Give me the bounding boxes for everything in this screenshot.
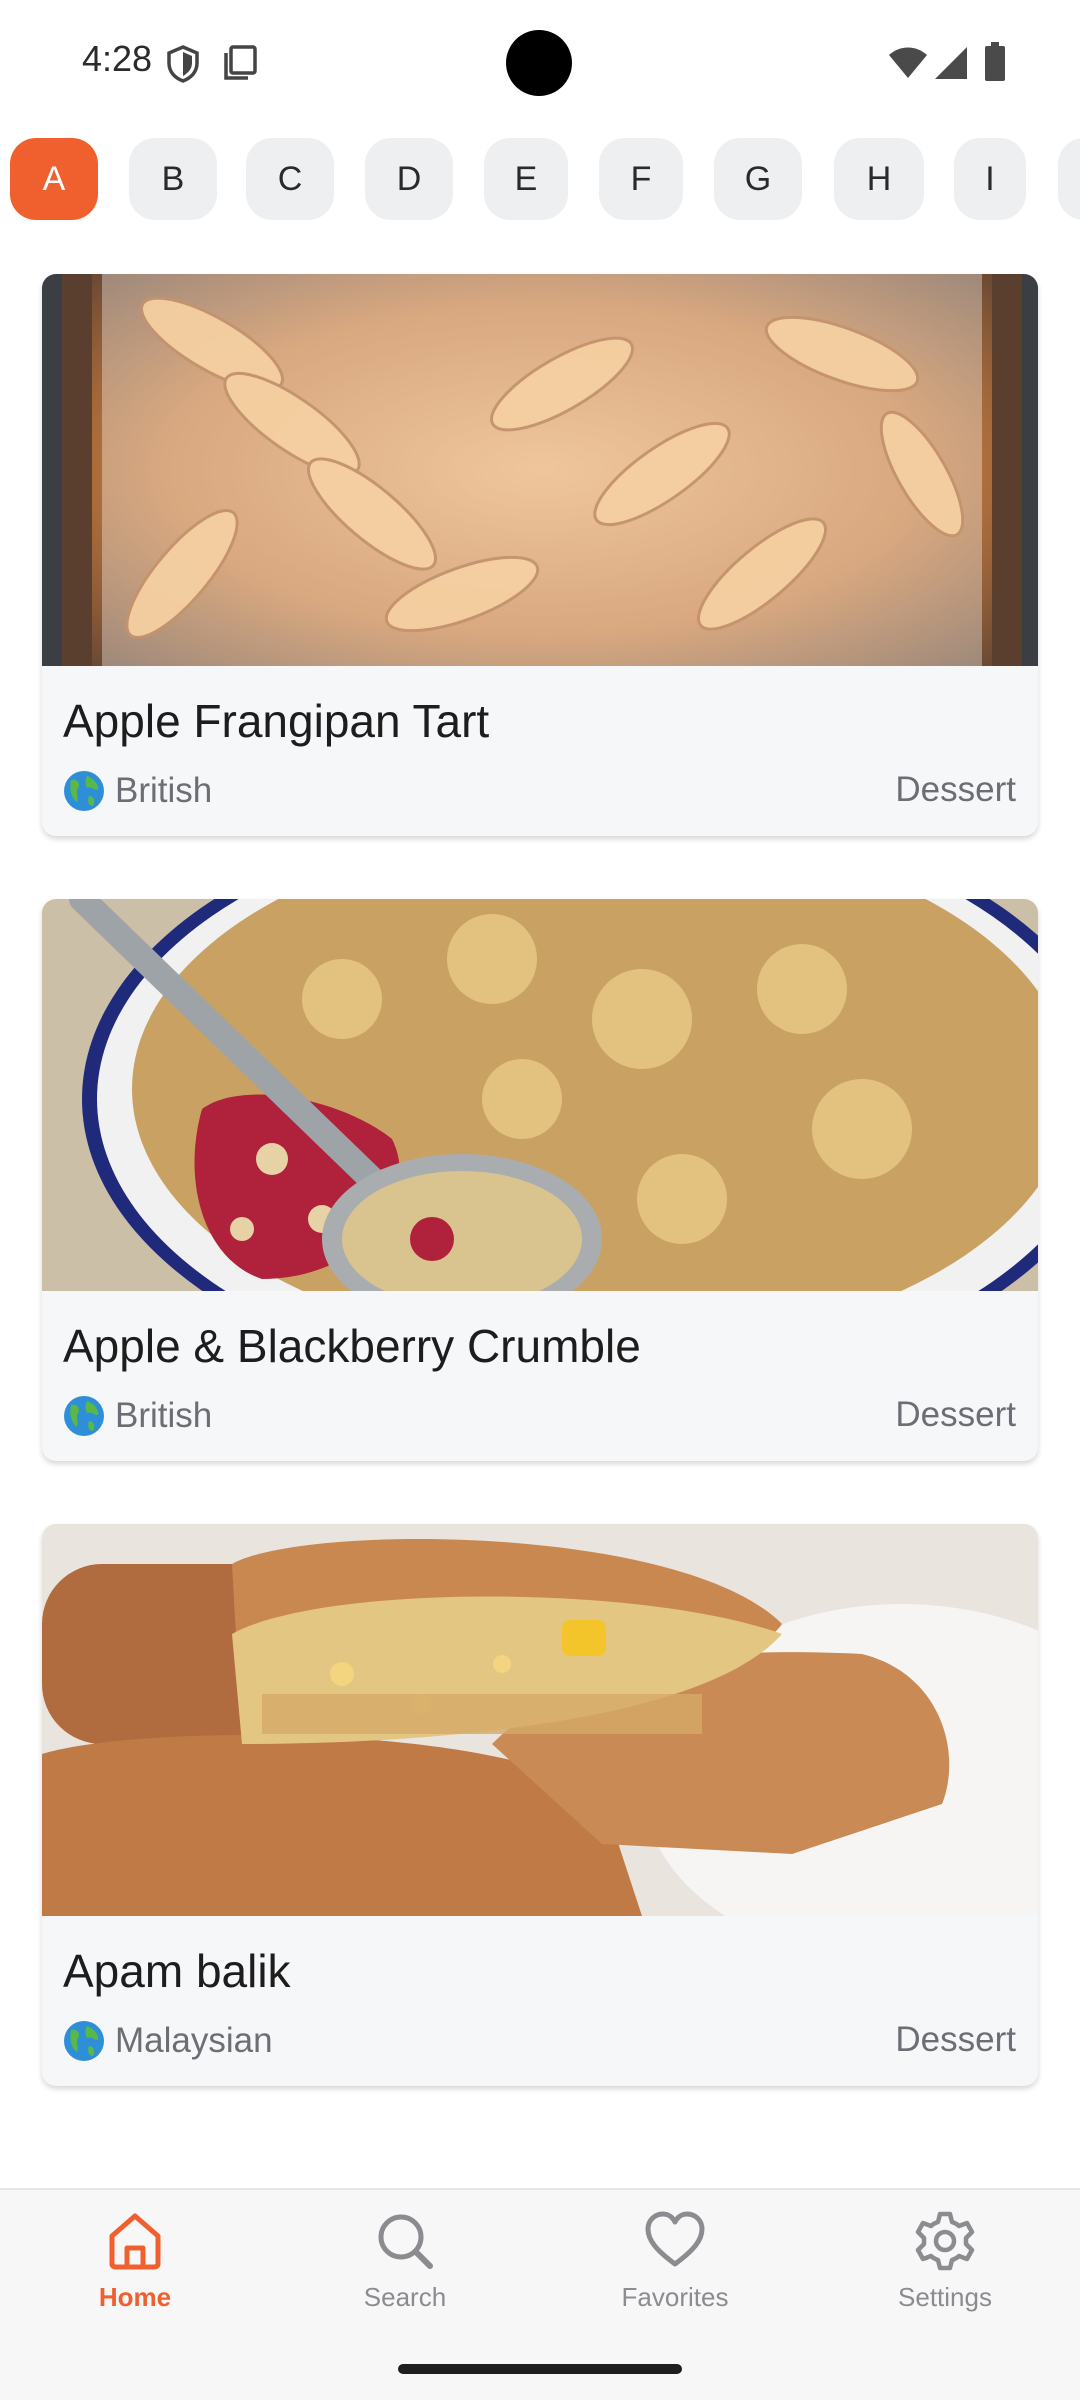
meal-image-tart (42, 274, 1038, 666)
meal-title: Apple & Blackberry Crumble (63, 1320, 641, 1372)
letter-chip-a[interactable]: A (10, 138, 98, 220)
meal-area: Malaysian (63, 2020, 273, 2062)
status-time: 4:28 (82, 38, 153, 79)
letter-chip-i[interactable]: I (954, 138, 1026, 220)
meal-title: Apam balik (63, 1945, 291, 1997)
meal-card[interactable]: Apple & Blackberry Crumble British Desse… (42, 899, 1038, 1461)
meal-area: British (63, 1395, 212, 1437)
copy-icon (224, 45, 257, 80)
globe-icon (64, 1396, 104, 1436)
nav-favorites[interactable]: Favorites (575, 2210, 775, 2330)
nav-favorites-label: Favorites (621, 2282, 729, 2312)
home-icon (109, 2213, 161, 2270)
nav-settings[interactable]: Settings (845, 2210, 1045, 2330)
battery-icon (985, 42, 1005, 81)
meal-category: Dessert (895, 770, 1016, 809)
meal-area-label: British (115, 1396, 213, 1435)
letter-chip-partial[interactable] (1058, 138, 1080, 220)
gear-icon (915, 2211, 975, 2271)
letter-chip-c[interactable]: C (246, 138, 334, 220)
letter-chip-h[interactable]: H (834, 138, 924, 220)
nav-home[interactable]: Home (35, 2210, 235, 2330)
status-bar: 4:28 (0, 0, 1080, 128)
letter-chip-e[interactable]: E (484, 138, 568, 220)
globe-icon (64, 771, 104, 811)
meal-category: Dessert (895, 1395, 1016, 1434)
wifi-icon (889, 47, 927, 78)
meal-image-apam-balik (42, 1524, 1038, 1916)
cellular-signal-icon (935, 47, 967, 79)
nav-search-label: Search (363, 2282, 447, 2312)
meal-image-crumble (42, 899, 1038, 1291)
shield-icon (167, 45, 199, 83)
letter-chip-b[interactable]: B (129, 138, 217, 220)
nav-settings-label: Settings (898, 2282, 992, 2312)
letter-filter-bar[interactable]: A B C D E F G H I (0, 136, 1080, 222)
meal-area: British (63, 770, 212, 812)
nav-search[interactable]: Search (305, 2210, 505, 2330)
meal-area-label: Malaysian (115, 2021, 273, 2060)
camera-cutout (506, 30, 572, 96)
nav-home-label: Home (98, 2282, 172, 2312)
meal-card[interactable]: Apple Frangipan Tart British Dessert (42, 274, 1038, 836)
search-icon (378, 2214, 433, 2269)
meal-card[interactable]: Apam balik Malaysian Dessert (42, 1524, 1038, 2086)
heart-icon (645, 2211, 705, 2267)
home-indicator[interactable] (398, 2364, 682, 2374)
meal-category: Dessert (895, 2020, 1016, 2059)
letter-chip-d[interactable]: D (365, 138, 453, 220)
letter-chip-g[interactable]: G (714, 138, 802, 220)
globe-icon (64, 2021, 104, 2061)
meal-area-label: British (115, 771, 213, 810)
letter-chip-f[interactable]: F (599, 138, 683, 220)
meal-title: Apple Frangipan Tart (63, 695, 490, 747)
